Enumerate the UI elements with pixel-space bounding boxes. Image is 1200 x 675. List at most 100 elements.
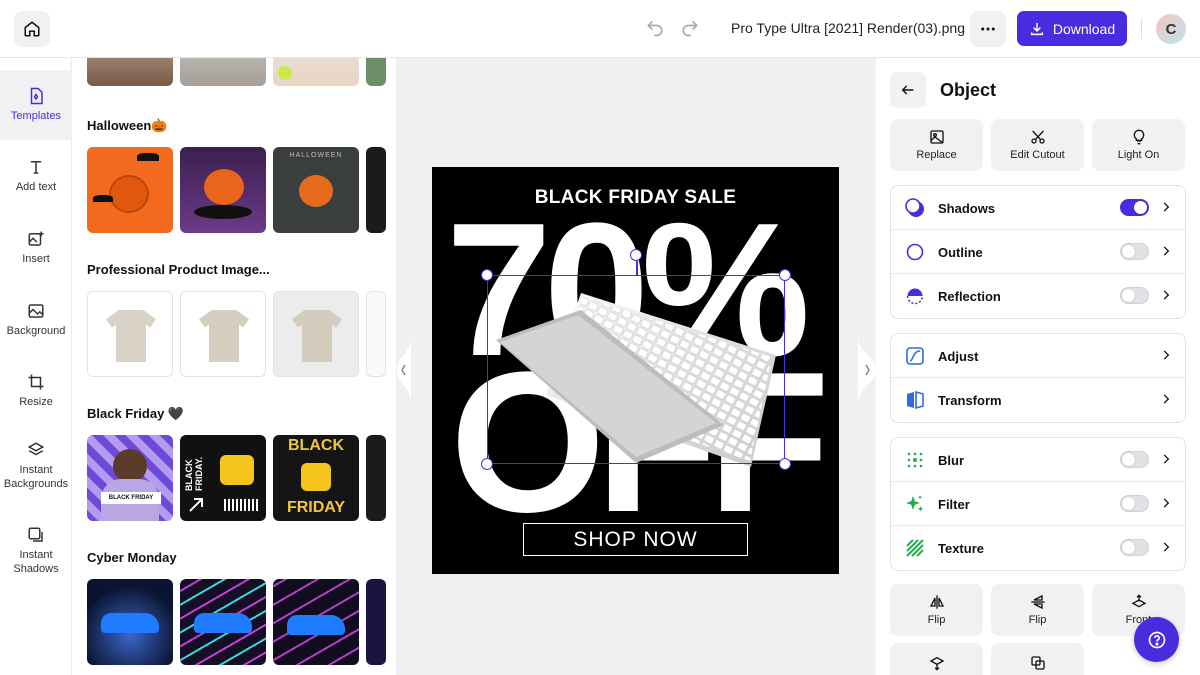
chevron-right-icon[interactable]: [1159, 452, 1173, 466]
object-panel: Object Replace Edit Cutout Light On Shad…: [876, 58, 1200, 675]
rail-label: Background: [6, 325, 66, 337]
row-filter[interactable]: Filter: [891, 482, 1185, 526]
selection-box[interactable]: [487, 275, 785, 464]
lightbulb-icon: [1133, 129, 1144, 145]
template-thumb[interactable]: [366, 58, 386, 86]
bag-shape: [220, 455, 254, 485]
row-label: Blur: [938, 453, 964, 468]
row-texture[interactable]: Texture: [891, 526, 1185, 570]
light-on-button[interactable]: Light On: [1092, 119, 1185, 171]
rotate-handle[interactable]: [630, 249, 642, 261]
blur-toggle[interactable]: [1120, 451, 1149, 468]
filter-toggle[interactable]: [1120, 495, 1149, 512]
collapse-right-panel-handle[interactable]: [858, 335, 876, 405]
template-thumb[interactable]: [366, 147, 386, 233]
tshirt-shape: [106, 310, 156, 362]
rail-item-add-text[interactable]: Add text: [0, 141, 72, 211]
podium-shape: [194, 205, 252, 219]
resize-handle-top-left[interactable]: [481, 269, 493, 281]
row-label: Outline: [938, 245, 983, 260]
shadows-toggle[interactable]: [1120, 199, 1149, 216]
tool-rail: Templates Add text Insert Background Res…: [0, 58, 72, 675]
flip-vertical-button[interactable]: Flip: [991, 584, 1084, 636]
download-button[interactable]: Download: [1017, 11, 1127, 46]
template-thumb-cm-2[interactable]: [180, 579, 266, 665]
tool-label: Replace: [916, 149, 957, 161]
template-thumb-bf-1[interactable]: BLACK FRIDAY: [87, 435, 173, 521]
template-thumb[interactable]: [180, 58, 266, 86]
template-thumb-bf-3[interactable]: BLACK FRIDAY: [273, 435, 359, 521]
duplicate-icon: [1030, 656, 1045, 670]
duplicate-button[interactable]: [991, 643, 1084, 675]
template-thumb-halloween-3[interactable]: HALLOWEEN: [273, 147, 359, 233]
chevron-right-icon[interactable]: [1159, 288, 1173, 302]
resize-handle-top-right[interactable]: [779, 269, 791, 281]
styles-group: Blur Filter Texture: [890, 437, 1186, 571]
resize-handle-bottom-left[interactable]: [481, 458, 493, 470]
rail-item-background[interactable]: Background: [0, 285, 72, 355]
template-thumb-product-3[interactable]: [273, 291, 359, 377]
send-back-button[interactable]: [890, 643, 983, 675]
chevron-right-icon[interactable]: [1159, 348, 1173, 362]
replace-button[interactable]: Replace: [890, 119, 983, 171]
template-thumb[interactable]: [366, 291, 386, 377]
rail-item-templates[interactable]: Templates: [0, 70, 72, 140]
download-label: Download: [1052, 20, 1116, 37]
template-thumb[interactable]: [366, 579, 386, 665]
chevron-right-icon[interactable]: [1159, 496, 1173, 510]
row-adjust[interactable]: Adjust: [891, 334, 1185, 378]
row-outline[interactable]: Outline: [891, 230, 1185, 274]
template-thumb[interactable]: [273, 58, 359, 86]
download-icon: [1030, 22, 1043, 35]
flip-vertical-icon: [1030, 594, 1045, 610]
template-thumb-product-1[interactable]: [87, 291, 173, 377]
template-thumb-cm-3[interactable]: [273, 579, 359, 665]
help-icon: [1148, 631, 1165, 648]
thumb-text: BLACK FRIDAY: [101, 492, 161, 504]
row-label: Reflection: [938, 289, 1001, 304]
thumb-text: FRIDAY: [286, 499, 346, 516]
template-thumb-bf-2[interactable]: BLACK FRIDAY.: [180, 435, 266, 521]
row-blur[interactable]: Blur: [891, 438, 1185, 482]
back-button[interactable]: [890, 72, 926, 108]
rail-item-instant-shadows[interactable]: Instant Shadows: [0, 513, 72, 589]
template-thumb[interactable]: [366, 435, 386, 521]
templates-panel: Halloween🎃 HALLOWEEN Professional Produc…: [72, 58, 397, 675]
outline-toggle[interactable]: [1120, 243, 1149, 260]
rail-label: Insert: [22, 253, 50, 265]
tool-label: Flip: [927, 614, 946, 626]
resize-handle-bottom-right[interactable]: [779, 458, 791, 470]
rail-item-resize[interactable]: Resize: [0, 356, 72, 426]
rail-item-instant-backgrounds[interactable]: Instant Backgrounds: [0, 428, 72, 504]
reflection-toggle[interactable]: [1120, 287, 1149, 304]
avatar[interactable]: C: [1156, 14, 1186, 44]
row-transform[interactable]: Transform: [891, 378, 1185, 422]
template-thumb-halloween-1[interactable]: [87, 147, 173, 233]
row-shadows[interactable]: Shadows: [891, 186, 1185, 230]
chevron-right-icon[interactable]: [1159, 244, 1173, 258]
shop-now-button[interactable]: SHOP NOW: [523, 523, 748, 556]
home-button[interactable]: [14, 11, 50, 47]
pumpkin-shape: [109, 175, 149, 213]
help-button[interactable]: [1134, 617, 1179, 662]
undo-icon[interactable]: [645, 18, 665, 38]
edit-cutout-button[interactable]: Edit Cutout: [991, 119, 1084, 171]
chevron-right-icon[interactable]: [1159, 540, 1173, 554]
texture-toggle[interactable]: [1120, 539, 1149, 556]
collapse-left-panel-handle[interactable]: [397, 335, 411, 405]
redo-icon[interactable]: [680, 18, 700, 38]
template-thumb[interactable]: [87, 58, 173, 86]
template-thumb-cm-1[interactable]: [87, 579, 173, 665]
chevron-right-icon[interactable]: [1159, 200, 1173, 214]
rail-item-insert[interactable]: Insert: [0, 213, 72, 283]
rotate-handle-stem: [636, 261, 638, 275]
more-options-button[interactable]: [970, 11, 1006, 47]
chevron-right-icon[interactable]: [1159, 392, 1173, 406]
template-thumb-product-2[interactable]: [180, 291, 266, 377]
thumb-text: BLACK FRIDAY.: [184, 456, 204, 491]
template-thumb-halloween-2[interactable]: [180, 147, 266, 233]
rail-label: Add text: [15, 181, 57, 193]
file-name[interactable]: Pro Type Ultra [2021] Render(03).png: [731, 20, 965, 36]
flip-horizontal-button[interactable]: Flip: [890, 584, 983, 636]
row-reflection[interactable]: Reflection: [891, 274, 1185, 318]
